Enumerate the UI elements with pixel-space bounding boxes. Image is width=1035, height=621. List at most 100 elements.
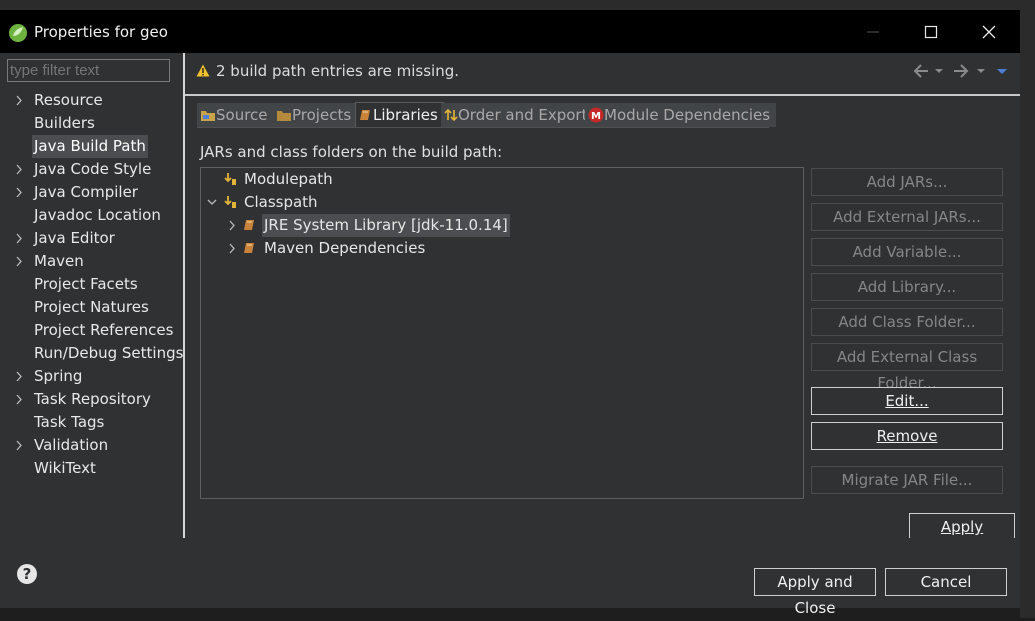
apply-and-close-button[interactable]: Apply and Close [754, 568, 876, 617]
properties-dialog: Properties for geo Resource Builders Java … [0, 10, 1020, 617]
modulepath-icon [224, 173, 236, 185]
sidebar-item[interactable]: Java Compiler [0, 181, 183, 204]
maximize-button[interactable] [902, 10, 960, 53]
filter-input[interactable] [7, 59, 170, 82]
classpath-label: Classpath [244, 193, 318, 211]
svg-text:M: M [591, 111, 601, 122]
close-button[interactable] [960, 10, 1018, 53]
sidebar-item-label: Resource [34, 91, 103, 109]
cancel-button[interactable]: Cancel [885, 568, 1007, 596]
help-icon[interactable]: ? [17, 564, 37, 584]
sidebar-item-label: Project Facets [34, 275, 138, 293]
add-variable-button[interactable]: Add Variable... [811, 238, 1003, 266]
tab-libraries-label: Libraries [373, 106, 438, 124]
spring-tool-suite-icon [9, 24, 27, 42]
sidebar-item[interactable]: Project References [0, 319, 183, 342]
tree-row-classpath[interactable]: Classpath [201, 191, 801, 214]
sidebar-item[interactable]: Spring [0, 365, 183, 388]
tree-row-modulepath[interactable]: Modulepath [201, 168, 801, 191]
add-external-class-folder-button[interactable]: Add External Class Folder... [811, 343, 1003, 392]
libraries-icon [360, 110, 370, 120]
modulepath-label: Modulepath [244, 170, 333, 188]
sidebar-item[interactable]: Project Natures [0, 296, 183, 319]
edit-button[interactable]: Edit... [811, 387, 1003, 415]
sidebar-item-label: Project Natures [34, 298, 149, 316]
message-bar: 2 build path entries are missing. [185, 53, 1020, 93]
sidebar-item[interactable]: Maven [0, 250, 183, 273]
tree-row-jre-system-library[interactable]: JRE System Library [jdk-11.0.14] [201, 214, 801, 237]
jre-system-library-label: JRE System Library [jdk-11.0.14] [262, 214, 510, 237]
tab-order-and-export[interactable]: Order and Export [441, 103, 590, 127]
source-folder-icon [201, 111, 215, 121]
minimize-button[interactable] [844, 10, 902, 53]
maximize-icon [924, 25, 938, 38]
forward-menu-chevron-icon[interactable] [976, 63, 986, 83]
tab-order-and-export-label: Order and Export [458, 106, 588, 124]
warning-icon [196, 64, 210, 77]
sidebar-item-label: Validation [34, 436, 109, 454]
sidebar-item[interactable]: Task Tags [0, 411, 183, 434]
title-bar: Properties for geo [0, 10, 1020, 53]
add-jars-button[interactable]: Add JARs... [811, 168, 1003, 196]
sidebar-item[interactable]: Java Build Path [0, 135, 183, 158]
tab-strip-underline [197, 127, 769, 128]
library-jar-icon [244, 220, 254, 230]
sidebar-item[interactable]: Java Code Style [0, 158, 183, 181]
order-icon [444, 108, 458, 122]
add-library-button[interactable]: Add Library... [811, 273, 1003, 301]
tree-row-maven-dependencies[interactable]: Maven Dependencies [201, 237, 801, 260]
sidebar-item[interactable]: Validation [0, 434, 183, 457]
sidebar-item-label: Java Code Style [34, 160, 152, 178]
sidebar-item[interactable]: Javadoc Location [0, 204, 183, 227]
sidebar-item[interactable]: Resource [0, 89, 183, 112]
forward-arrow-icon[interactable] [952, 63, 970, 83]
sidebar-item[interactable]: Project Facets [0, 273, 183, 296]
add-external-jars-button[interactable]: Add External JARs... [811, 203, 1003, 231]
library-jar-icon [244, 243, 254, 253]
sidebar: Resource Builders Java Build Path Java Code… [0, 53, 183, 538]
sidebar-item[interactable]: Task Repository [0, 388, 183, 411]
sidebar-item-label: Task Tags [34, 413, 105, 431]
sidebar-item-label: Builders [34, 114, 95, 132]
background-strip-right [1020, 0, 1035, 618]
classpath-icon [224, 196, 236, 208]
tab-source-label: Source [216, 106, 268, 124]
build-path-label: JARs and class folders on the build path… [200, 143, 503, 161]
minimize-icon [867, 31, 879, 32]
java-build-path-page: Source Projects Libraries Order and Expo… [185, 96, 1020, 541]
sidebar-item[interactable]: WikiText [0, 457, 183, 480]
apply-button-label: Apply [940, 518, 984, 536]
background-strip [0, 0, 1035, 10]
edit-button-label: Edit... [885, 392, 929, 410]
tab-projects-label: Projects [292, 106, 352, 124]
sidebar-item-label: WikiText [34, 459, 96, 477]
sidebar-item-label: Project References [34, 321, 174, 339]
tab-source[interactable]: Source [197, 103, 278, 127]
sidebar-item-label: Run/Debug Settings [34, 344, 184, 362]
sidebar-item[interactable]: Java Editor [0, 227, 183, 250]
chevron-right-icon[interactable] [227, 237, 237, 268]
apply-button[interactable]: Apply [909, 513, 1015, 541]
sidebar-item[interactable]: Builders [0, 112, 183, 135]
close-icon [982, 25, 996, 38]
tab-projects[interactable]: Projects [273, 103, 360, 127]
projects-icon [277, 111, 291, 121]
tab-libraries[interactable]: Libraries [355, 102, 444, 128]
sidebar-item-label: Java Editor [34, 229, 115, 247]
remove-button[interactable]: Remove [811, 422, 1003, 450]
maven-dependencies-label: Maven Dependencies [264, 239, 426, 257]
sidebar-item-label: Javadoc Location [34, 206, 161, 224]
add-class-folder-button[interactable]: Add Class Folder... [811, 308, 1003, 336]
remove-button-label: Remove [876, 427, 938, 445]
sidebar-item[interactable]: Run/Debug Settings [0, 342, 183, 365]
back-menu-chevron-icon[interactable] [934, 63, 944, 83]
migrate-jar-file-button[interactable]: Migrate JAR File... [811, 466, 1003, 494]
sidebar-item-label: Java Build Path [32, 135, 148, 158]
build-path-tree[interactable]: Modulepath Classpath JRE System Library … [200, 167, 804, 499]
sidebar-item-label: Maven [34, 252, 84, 270]
dialog-footer: Apply and Close Cancel [0, 538, 1020, 617]
tab-module-dependencies[interactable]: M Module Dependencies [585, 103, 776, 127]
back-arrow-icon[interactable] [912, 63, 930, 83]
view-menu-icon[interactable] [996, 63, 1008, 83]
tab-module-dependencies-label: Module Dependencies [604, 106, 771, 124]
